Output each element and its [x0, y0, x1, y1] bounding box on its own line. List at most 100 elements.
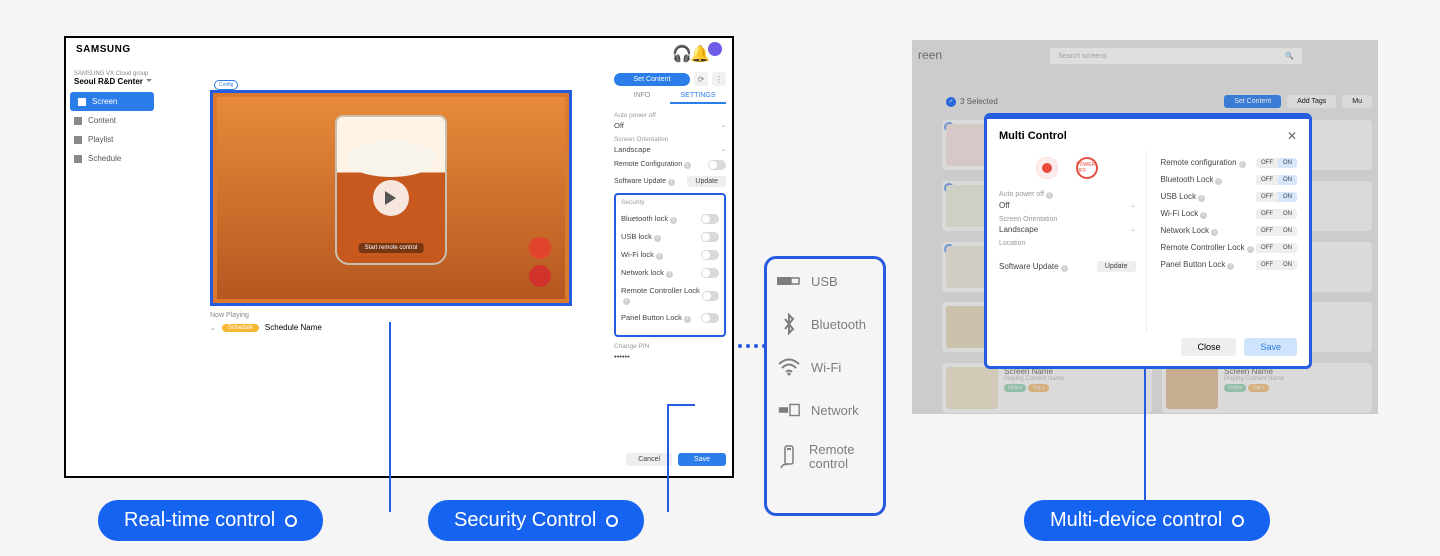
- playlist-icon: [74, 136, 82, 144]
- chevron-down-icon[interactable]: ⌄: [210, 324, 216, 332]
- settings-panel: Set Content ⟳ ⋮ INFO SETTINGS Auto power…: [614, 72, 726, 470]
- change-pin-field[interactable]: ••••••: [614, 352, 726, 361]
- logo: SAMSUNG: [76, 44, 131, 55]
- remote-label: Start remote control: [359, 243, 424, 253]
- mid-remote: Remote control: [777, 443, 873, 470]
- rc-lock-toggle[interactable]: [702, 291, 719, 301]
- network-icon: [777, 400, 801, 420]
- rc-lock-label: Remote Controller Locki: [621, 286, 702, 305]
- orientation-select[interactable]: Landscape⌄: [614, 145, 726, 154]
- pb-lock-toggle[interactable]: [701, 313, 719, 323]
- remote-config-toggle[interactable]: [708, 160, 726, 170]
- rc-lock-toggle[interactable]: OFFON: [1256, 243, 1297, 253]
- pill-dot-icon: [1232, 515, 1244, 527]
- now-playing-title: Now Playing: [210, 312, 572, 319]
- power-off-button[interactable]: POWER OFF: [1076, 157, 1098, 179]
- modal-right-col: Remote configurationiOFFON Bluetooth Loc…: [1161, 151, 1298, 332]
- wifi-lock-label: Wi-Fi locki: [621, 250, 663, 260]
- bell-icon[interactable]: 🔔: [690, 44, 700, 54]
- net-lock-toggle[interactable]: [701, 268, 719, 278]
- connector-line: [1144, 369, 1146, 501]
- wifi-lock-toggle[interactable]: OFFON: [1256, 209, 1297, 219]
- software-update-label: Software Updatei: [614, 178, 675, 186]
- tab-settings[interactable]: SETTINGS: [670, 92, 726, 104]
- auto-power-select[interactable]: Off⌄: [614, 121, 726, 130]
- bt-lock-toggle[interactable]: OFFON: [1256, 175, 1297, 185]
- connector-dots: [738, 344, 766, 348]
- usb-lock-label: USB locki: [621, 232, 661, 242]
- preview-highlight: Start remote control: [210, 90, 572, 306]
- power-on-button[interactable]: [1036, 157, 1058, 179]
- header: SAMSUNG 🎧 🔔: [66, 38, 732, 60]
- update-button[interactable]: Update: [687, 176, 726, 187]
- schedule-chip: Schedule: [222, 324, 259, 332]
- content-icon: [74, 117, 82, 125]
- pill-security: Security Control: [428, 500, 644, 541]
- bluetooth-icon: [777, 314, 801, 334]
- connector-line: [667, 404, 669, 512]
- pill-multi: Multi-device control: [1024, 500, 1270, 541]
- cancel-button[interactable]: Cancel: [626, 453, 672, 466]
- mid-usb: USB: [777, 271, 873, 291]
- remote-icon: [777, 447, 799, 467]
- org-group: SAMSUNG VX Cloud group: [66, 68, 158, 77]
- security-types-box: USB Bluetooth Wi-Fi Network Remote contr…: [764, 256, 886, 516]
- location-label: Location: [999, 240, 1136, 247]
- net-lock-toggle[interactable]: OFFON: [1256, 226, 1297, 236]
- net-lock-label: Network locki: [621, 268, 673, 278]
- save-button[interactable]: Save: [1244, 338, 1297, 356]
- avatar[interactable]: [708, 42, 722, 56]
- pb-lock-label: Panel Button Locki: [621, 313, 691, 323]
- sidebar: SAMSUNG VX Cloud group Seoul R&D Center …: [66, 68, 158, 168]
- pill-dot-icon: [285, 515, 297, 527]
- panel-tabs: INFO SETTINGS: [614, 92, 726, 104]
- connector-line: [389, 322, 391, 512]
- pill-dot-icon: [606, 515, 618, 527]
- refresh-icon[interactable]: ⟳: [694, 72, 708, 86]
- info-icon[interactable]: i: [668, 179, 675, 186]
- orientation-select[interactable]: Landscape⌄: [999, 225, 1136, 234]
- change-pin-label: Change PIN: [614, 343, 726, 350]
- remote-cfg-toggle[interactable]: OFFON: [1256, 158, 1297, 168]
- power-button[interactable]: [529, 265, 551, 287]
- update-button[interactable]: Update: [1097, 261, 1136, 272]
- auto-power-label: Auto power off: [614, 112, 726, 119]
- org-name[interactable]: Seoul R&D Center: [66, 77, 158, 92]
- nav-playlist[interactable]: Playlist: [66, 130, 158, 149]
- play-icon[interactable]: [373, 180, 409, 216]
- info-icon[interactable]: i: [684, 162, 691, 169]
- nav-content[interactable]: Content: [66, 111, 158, 130]
- modal-title: Multi Control: [999, 130, 1067, 142]
- close-button[interactable]: Close: [1181, 338, 1236, 356]
- tab-info[interactable]: INFO: [614, 92, 670, 104]
- pb-lock-toggle[interactable]: OFFON: [1256, 260, 1297, 270]
- save-button[interactable]: Save: [678, 453, 726, 466]
- record-button[interactable]: [529, 237, 551, 259]
- screen-icon: [78, 98, 86, 106]
- bt-lock-toggle[interactable]: [701, 214, 719, 224]
- auto-power-select[interactable]: Off⌄: [999, 201, 1136, 210]
- mid-bluetooth: Bluetooth: [777, 314, 873, 334]
- headset-icon[interactable]: 🎧: [672, 44, 682, 54]
- more-icon[interactable]: ⋮: [712, 72, 726, 86]
- orientation-label: Screen Orientation: [999, 216, 1136, 223]
- usb-lock-toggle[interactable]: OFFON: [1256, 192, 1297, 202]
- auto-power-label: Auto power offi: [999, 191, 1136, 199]
- schedule-name: Schedule Name: [265, 323, 322, 332]
- set-content-button[interactable]: Set Content: [614, 73, 690, 86]
- remote-config-label: Remote Configurationi: [614, 161, 691, 169]
- orientation-label: Screen Orientation: [614, 136, 726, 143]
- security-title: Security: [621, 199, 719, 206]
- cream-graphic: [346, 141, 436, 177]
- mid-wifi: Wi-Fi: [777, 357, 873, 377]
- security-highlight: Security Bluetooth locki USB locki Wi-Fi…: [614, 193, 726, 337]
- nav-schedule[interactable]: Schedule: [66, 149, 158, 168]
- wifi-lock-toggle[interactable]: [701, 250, 719, 260]
- now-playing: Now Playing ⌄ Schedule Schedule Name: [210, 312, 572, 332]
- connector-line: [667, 404, 695, 406]
- nav-screen[interactable]: Screen: [70, 92, 154, 111]
- usb-lock-toggle[interactable]: [701, 232, 719, 242]
- modal-left-col: POWER OFF Auto power offi Off⌄ Screen Or…: [999, 151, 1147, 332]
- config-badge[interactable]: Config: [214, 80, 238, 90]
- close-icon[interactable]: ✕: [1287, 129, 1297, 143]
